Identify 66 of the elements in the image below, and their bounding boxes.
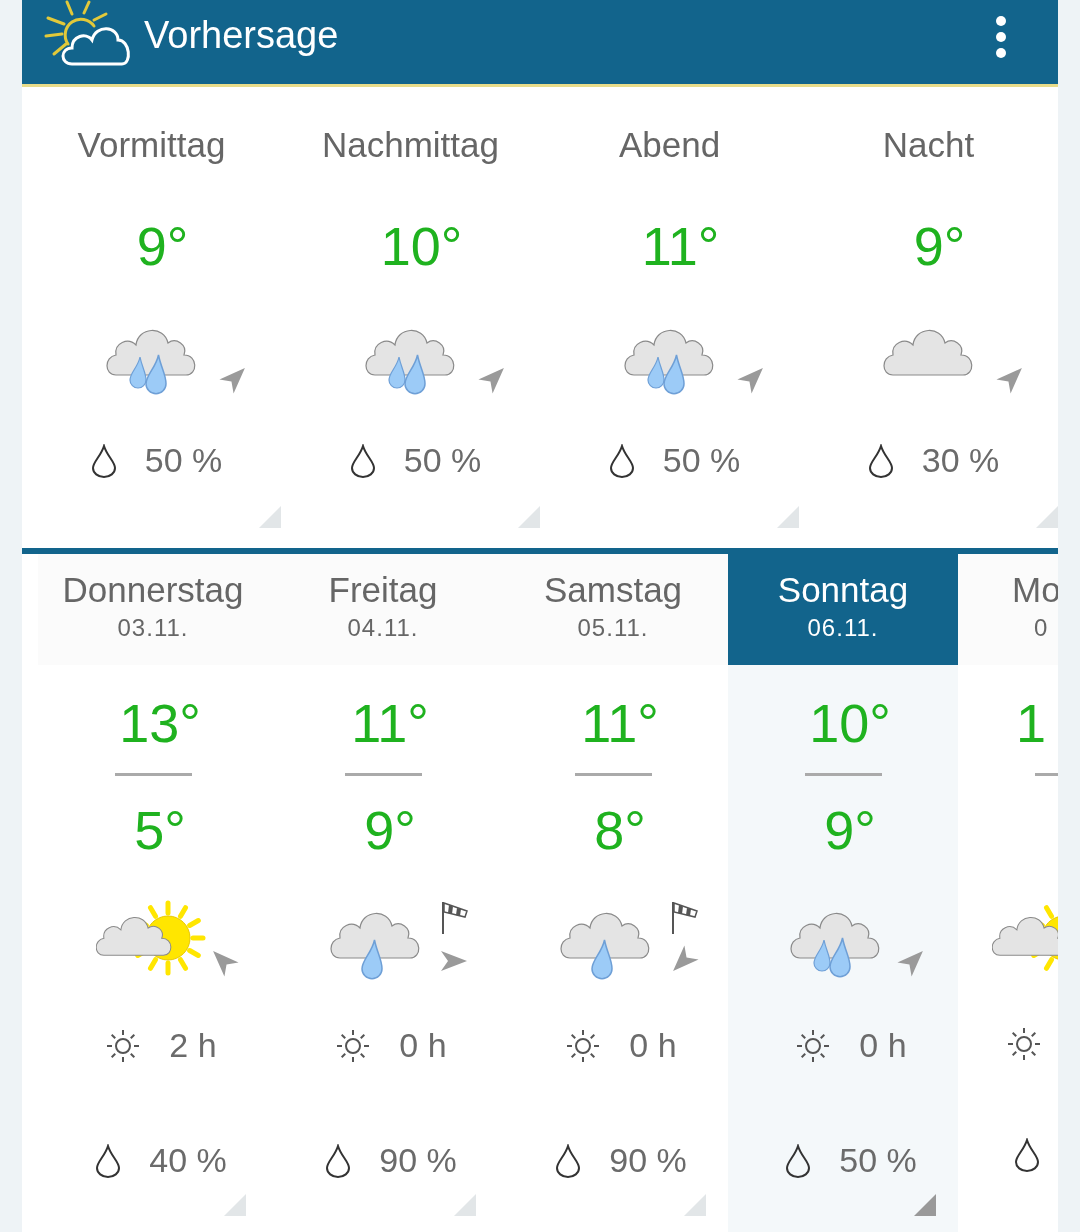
raindrop-icon (90, 443, 117, 478)
low-temperature: 5° (134, 800, 186, 860)
temperature: 11° (641, 215, 720, 277)
raindrop-icon (325, 1143, 352, 1178)
raindrop-icon (867, 443, 894, 478)
high-temperature: 1 (1016, 693, 1047, 753)
day-date: 06.11. (807, 614, 879, 642)
temperature: 9° (913, 215, 966, 277)
sunshine-hours: 2 h (169, 1026, 217, 1065)
high-temperature: 13° (119, 693, 201, 753)
sun-icon (565, 1027, 602, 1064)
day-name: Samstag (543, 570, 683, 610)
day-tab[interactable]: Freitag 04.11. (268, 554, 498, 665)
corner-triangle-icon (454, 1194, 476, 1216)
sun-icon (795, 1027, 832, 1064)
menu-icon[interactable] (994, 15, 1008, 59)
temperature: 10° (380, 215, 463, 277)
sun-icon (335, 1027, 372, 1064)
corner-triangle-icon (684, 1194, 706, 1216)
temperature: 9° (136, 215, 189, 277)
raindrop-icon (1014, 1138, 1040, 1172)
low-temperature: 9° (364, 800, 416, 860)
corner-triangle-icon (259, 506, 281, 528)
day-tab[interactable]: Sonntag 06.11. (728, 554, 958, 665)
sunshine-hours: 0 h (859, 1026, 907, 1065)
corner-triangle-icon (224, 1194, 246, 1216)
high-temperature: 10° (809, 693, 891, 753)
corner-triangle-icon (518, 506, 540, 528)
raindrop-icon (785, 1143, 812, 1178)
period-label: Nachmittag (322, 125, 499, 165)
raindrop-icon (608, 443, 635, 478)
day-date: 03.11. (117, 614, 189, 642)
day-tab[interactable]: Samstag 05.11. (498, 554, 728, 665)
raindrop-icon (555, 1143, 582, 1178)
precipitation-chance: 30 % (921, 441, 1000, 480)
low-temperature: 8° (594, 800, 646, 860)
precipitation-chance: 50 % (144, 441, 223, 480)
app-title: Vorhersage (144, 13, 340, 57)
raindrop-icon (95, 1143, 122, 1178)
precipitation-chance: 90 % (609, 1141, 687, 1180)
sun-icon (1006, 1026, 1042, 1062)
day-name: Freitag (328, 570, 438, 610)
period-label: Nacht (882, 125, 975, 165)
day-date: 04.11. (347, 614, 419, 642)
day-name: Sonntag (777, 570, 909, 610)
precipitation-chance: 90 % (379, 1141, 457, 1180)
period-label: Abend (618, 125, 721, 165)
sunshine-hours: 0 h (399, 1026, 447, 1065)
corner-triangle-icon (1036, 506, 1058, 528)
sunshine-hours: 0 h (629, 1026, 677, 1065)
day-name: Donnerstag (62, 570, 244, 610)
day-date: 0 (1034, 614, 1049, 642)
sun-icon (105, 1027, 142, 1064)
period-label: Vormittag (77, 125, 226, 165)
low-temperature: 9° (824, 800, 876, 860)
precipitation-chance: 50 % (403, 441, 482, 480)
raindrop-icon (349, 443, 376, 478)
day-tab[interactable]: Donnerstag 03.11. (38, 554, 268, 665)
precipitation-chance: 50 % (839, 1141, 917, 1180)
corner-triangle-icon (914, 1194, 936, 1216)
high-temperature: 11° (581, 693, 659, 753)
precipitation-chance: 40 % (149, 1141, 227, 1180)
day-date: 05.11. (577, 614, 649, 642)
high-temperature: 11° (351, 693, 429, 753)
precipitation-chance: 50 % (662, 441, 741, 480)
corner-triangle-icon (777, 506, 799, 528)
